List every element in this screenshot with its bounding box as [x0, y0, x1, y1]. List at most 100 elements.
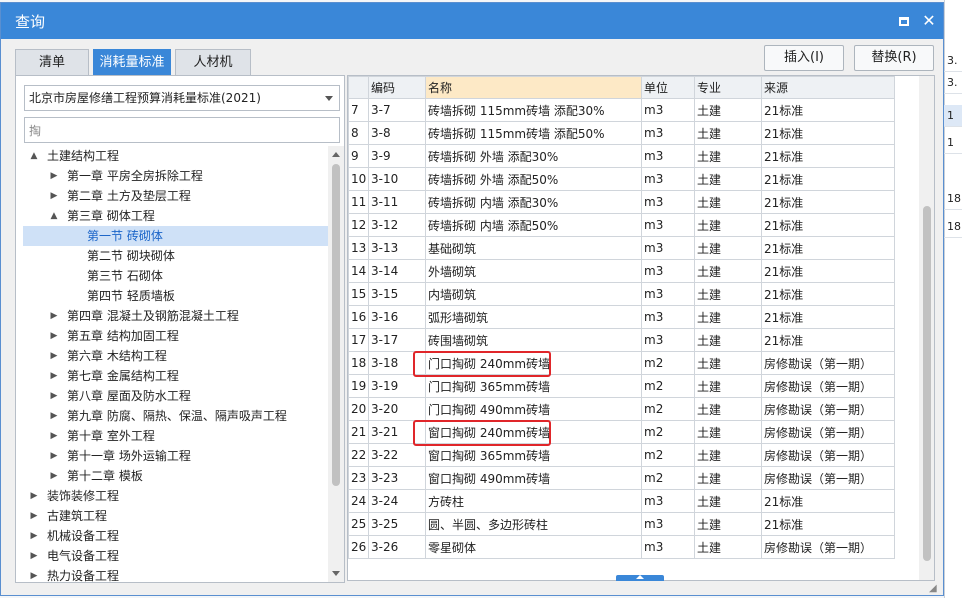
row-code[interactable]: 3-25: [368, 512, 426, 536]
row-major[interactable]: 土建: [694, 466, 762, 490]
row-unit[interactable]: m2: [641, 397, 695, 421]
tab-list[interactable]: 清单: [15, 49, 89, 75]
table-row[interactable]: 26 3-26 零星砌体 m3 土建 房修勘误（第一期）: [348, 535, 895, 559]
row-major[interactable]: 土建: [694, 305, 762, 329]
row-major[interactable]: 土建: [694, 259, 762, 283]
row-major[interactable]: 土建: [694, 512, 762, 536]
row-code[interactable]: 3-23: [368, 466, 426, 490]
tree-item[interactable]: ▶ 第十二章 模板: [23, 466, 328, 486]
row-code[interactable]: 3-20: [368, 397, 426, 421]
tree-item[interactable]: ▶ 机械设备工程: [23, 526, 328, 546]
col-header-code[interactable]: 编码: [368, 76, 426, 99]
expanded-toggle-icon[interactable]: ▲: [29, 146, 39, 166]
row-source[interactable]: 21标准: [761, 328, 895, 352]
row-name[interactable]: 砖围墙砌筑: [425, 328, 642, 352]
row-code[interactable]: 3-17: [368, 328, 426, 352]
tree-item[interactable]: ▶ 热力设备工程: [23, 566, 328, 582]
row-name[interactable]: 砖墙拆砌 内墙 添配50%: [425, 213, 642, 237]
row-unit[interactable]: m3: [641, 144, 695, 168]
table-row[interactable]: 19 3-19 门口掏砌 365mm砖墙 m2 土建 房修勘误（第一期）: [348, 374, 895, 398]
table-row[interactable]: 20 3-20 门口掏砌 490mm砖墙 m2 土建 房修勘误（第一期）: [348, 397, 895, 421]
table-row[interactable]: 13 3-13 基础砌筑 m3 土建 21标准: [348, 236, 895, 260]
row-name[interactable]: 零星砌体: [425, 535, 642, 559]
row-code[interactable]: 3-14: [368, 259, 426, 283]
col-header-major[interactable]: 专业: [694, 76, 762, 99]
row-source[interactable]: 房修勘误（第一期）: [761, 466, 895, 490]
row-code[interactable]: 3-7: [368, 98, 426, 122]
row-code[interactable]: 3-13: [368, 236, 426, 260]
col-header-index[interactable]: [348, 76, 369, 99]
row-index[interactable]: 10: [348, 167, 369, 191]
row-major[interactable]: 土建: [694, 351, 762, 375]
row-index[interactable]: 11: [348, 190, 369, 214]
row-source[interactable]: 21标准: [761, 236, 895, 260]
row-source[interactable]: 21标准: [761, 512, 895, 536]
row-code[interactable]: 3-15: [368, 282, 426, 306]
tree-item[interactable]: 第二节 砌块砌体: [23, 246, 328, 266]
row-name[interactable]: 砖墙拆砌 外墙 添配30%: [425, 144, 642, 168]
row-unit[interactable]: m2: [641, 443, 695, 467]
row-major[interactable]: 土建: [694, 121, 762, 145]
row-unit[interactable]: m2: [641, 420, 695, 444]
collapsed-toggle-icon[interactable]: ▶: [49, 466, 59, 486]
row-code[interactable]: 3-26: [368, 535, 426, 559]
row-major[interactable]: 土建: [694, 167, 762, 191]
row-major[interactable]: 土建: [694, 98, 762, 122]
tree-search-input[interactable]: [24, 117, 340, 143]
row-unit[interactable]: m3: [641, 121, 695, 145]
row-name[interactable]: 砖墙拆砌 内墙 添配30%: [425, 190, 642, 214]
tree-item[interactable]: ▶ 电气设备工程: [23, 546, 328, 566]
row-index[interactable]: 14: [348, 259, 369, 283]
col-header-unit[interactable]: 单位: [641, 76, 695, 99]
collapsed-toggle-icon[interactable]: ▶: [29, 506, 39, 526]
row-unit[interactable]: m2: [641, 466, 695, 490]
row-name[interactable]: 方砖柱: [425, 489, 642, 513]
row-source[interactable]: 房修勘误（第一期）: [761, 420, 895, 444]
collapsed-toggle-icon[interactable]: ▶: [49, 186, 59, 206]
tree-item[interactable]: ▶ 第十一章 场外运输工程: [23, 446, 328, 466]
row-index[interactable]: 9: [348, 144, 369, 168]
row-index[interactable]: 15: [348, 282, 369, 306]
row-source[interactable]: 21标准: [761, 190, 895, 214]
row-major[interactable]: 土建: [694, 328, 762, 352]
row-unit[interactable]: m3: [641, 190, 695, 214]
collapsed-toggle-icon[interactable]: ▶: [29, 546, 39, 566]
table-row[interactable]: 14 3-14 外墙砌筑 m3 土建 21标准: [348, 259, 895, 283]
tree-item[interactable]: ▶ 第一章 平房全房拆除工程: [23, 166, 328, 186]
row-unit[interactable]: m3: [641, 328, 695, 352]
table-row[interactable]: 12 3-12 砖墙拆砌 内墙 添配50% m3 土建 21标准: [348, 213, 895, 237]
tree-item[interactable]: ▶ 第九章 防腐、隔热、保温、隔声吸声工程: [23, 406, 328, 426]
scroll-up-icon[interactable]: [332, 152, 340, 157]
table-row[interactable]: 25 3-25 圆、半圆、多边形砖柱 m3 土建 21标准: [348, 512, 895, 536]
row-name[interactable]: 窗口掏砌 365mm砖墙: [425, 443, 642, 467]
row-unit[interactable]: m2: [641, 351, 695, 375]
resize-grip-icon[interactable]: ◢: [929, 583, 941, 595]
tree-item[interactable]: ▲ 土建结构工程: [23, 146, 328, 166]
tree-item[interactable]: 第一节 砖砌体: [23, 226, 328, 246]
tree-scrollbar[interactable]: [328, 146, 344, 582]
table-row[interactable]: 22 3-22 窗口掏砌 365mm砖墙 m2 土建 房修勘误（第一期）: [348, 443, 895, 467]
row-unit[interactable]: m3: [641, 213, 695, 237]
tree-item[interactable]: ▶ 古建筑工程: [23, 506, 328, 526]
row-source[interactable]: 21标准: [761, 121, 895, 145]
row-name[interactable]: 圆、半圆、多边形砖柱: [425, 512, 642, 536]
row-major[interactable]: 土建: [694, 213, 762, 237]
row-unit[interactable]: m3: [641, 259, 695, 283]
tree-item[interactable]: ▶ 第五章 结构加固工程: [23, 326, 328, 346]
collapsed-toggle-icon[interactable]: ▶: [29, 486, 39, 506]
panel-collapse-handle[interactable]: [616, 575, 664, 581]
row-code[interactable]: 3-9: [368, 144, 426, 168]
table-row[interactable]: 7 3-7 砖墙拆砌 115mm砖墙 添配30% m3 土建 21标准: [348, 98, 895, 122]
row-unit[interactable]: m3: [641, 535, 695, 559]
row-source[interactable]: 房修勘误（第一期）: [761, 443, 895, 467]
table-row[interactable]: 8 3-8 砖墙拆砌 115mm砖墙 添配50% m3 土建 21标准: [348, 121, 895, 145]
row-index[interactable]: 20: [348, 397, 369, 421]
tree-item[interactable]: ▶ 第十章 室外工程: [23, 426, 328, 446]
table-row[interactable]: 9 3-9 砖墙拆砌 外墙 添配30% m3 土建 21标准: [348, 144, 895, 168]
table-scrollbar[interactable]: [919, 76, 934, 580]
row-major[interactable]: 土建: [694, 374, 762, 398]
dialog-titlebar[interactable]: 查询 ✕: [1, 3, 943, 39]
row-name[interactable]: 门口掏砌 490mm砖墙: [425, 397, 642, 421]
expanded-toggle-icon[interactable]: ▲: [49, 206, 59, 226]
maximize-button[interactable]: [894, 11, 914, 31]
